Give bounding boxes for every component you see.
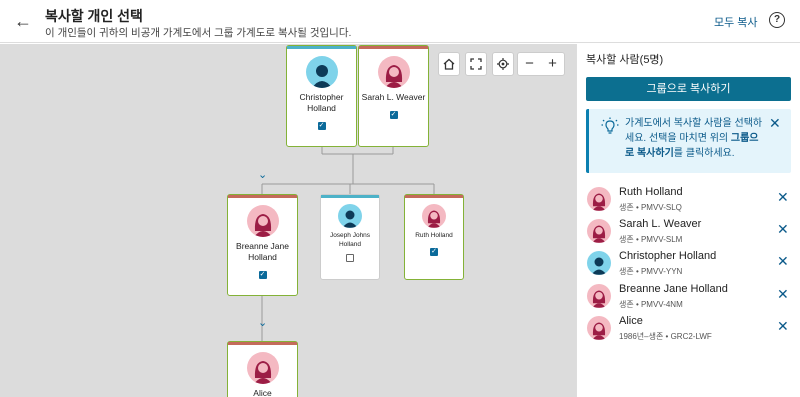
checkbox-icon[interactable]: ✓ bbox=[389, 111, 398, 119]
male-avatar-icon bbox=[587, 251, 611, 275]
list-item: Breanne Jane Holland 생존 • PMVV-4NM ✕ bbox=[585, 283, 795, 311]
copy-to-group-button[interactable]: 그룹으로 복사하기 bbox=[586, 77, 791, 101]
lightbulb-icon bbox=[601, 117, 619, 134]
person-card-breanne[interactable]: Breanne Jane Holland ✓ bbox=[227, 194, 298, 296]
chevron-down-icon[interactable]: ⌄ bbox=[258, 316, 267, 329]
checkbox-icon[interactable]: ✓ bbox=[317, 122, 326, 130]
page-subtitle: 이 개인들이 귀하의 비공개 가계도에서 그룹 가계도로 복사될 것입니다. bbox=[45, 27, 352, 39]
person-card-ruth[interactable]: Ruth Holland ✓ bbox=[404, 194, 464, 280]
home-icon[interactable] bbox=[438, 52, 460, 76]
female-avatar-icon bbox=[587, 187, 611, 211]
person-name: Christopher Holland bbox=[299, 92, 344, 113]
close-icon[interactable]: ✕ bbox=[777, 189, 789, 206]
person-name: Breanne Jane Holland bbox=[619, 283, 728, 295]
person-meta: 1986년–생존 • GRC2-LWF bbox=[619, 332, 712, 341]
fullscreen-icon[interactable] bbox=[465, 52, 487, 76]
tip-box: 가계도에서 복사할 사람을 선택하세요. 선택을 마치면 위의 그룹으로 복사하… bbox=[586, 109, 791, 173]
checkbox-icon[interactable] bbox=[346, 254, 354, 262]
zoom-in-icon[interactable]: + bbox=[541, 53, 564, 75]
male-avatar-icon bbox=[305, 56, 338, 88]
checkbox-icon[interactable]: ✓ bbox=[258, 271, 267, 279]
person-name: Ruth Holland bbox=[415, 232, 453, 239]
male-avatar-icon bbox=[338, 204, 362, 228]
copy-all-link[interactable]: 모두 복사 bbox=[714, 14, 758, 30]
close-icon[interactable]: ✕ bbox=[769, 115, 781, 132]
list-item: Ruth Holland 생존 • PMVV-SLQ ✕ bbox=[585, 186, 795, 214]
zoom-controls: − + bbox=[517, 52, 565, 76]
help-icon[interactable]: ? bbox=[769, 12, 785, 28]
person-card-alice[interactable]: Alice bbox=[227, 341, 298, 397]
checkbox-icon[interactable]: ✓ bbox=[430, 248, 438, 256]
close-icon[interactable]: ✕ bbox=[777, 253, 789, 270]
gender-strip bbox=[228, 342, 297, 345]
female-avatar-icon bbox=[422, 204, 446, 228]
gender-strip bbox=[321, 195, 379, 198]
female-avatar-icon bbox=[587, 219, 611, 243]
close-icon[interactable]: ✕ bbox=[777, 318, 789, 335]
person-meta: 생존 • PMVV-SLM bbox=[619, 235, 683, 244]
person-name: Christopher Holland bbox=[619, 250, 717, 262]
female-avatar-icon bbox=[246, 352, 279, 384]
locate-icon[interactable] bbox=[492, 52, 514, 76]
page-title: 복사할 개인 선택 bbox=[45, 8, 143, 24]
list-item: Christopher Holland 생존 • PMVV-YYN ✕ bbox=[585, 250, 795, 278]
person-name: Joseph Johns Holland bbox=[329, 232, 371, 248]
tree-canvas[interactable]: − + Christopher Holland ✓ Sarah L. Weave… bbox=[0, 44, 576, 397]
person-name: Alice bbox=[253, 388, 272, 397]
close-icon[interactable]: ✕ bbox=[777, 286, 789, 303]
list-item: Sarah L. Weaver 생존 • PMVV-SLM ✕ bbox=[585, 218, 795, 246]
person-meta: 생존 • PMVV-YYN bbox=[619, 267, 683, 276]
female-avatar-icon bbox=[587, 284, 611, 308]
gender-strip bbox=[287, 46, 356, 49]
person-meta: 생존 • PMVV-4NM bbox=[619, 300, 683, 309]
person-card-joseph[interactable]: Joseph Johns Holland bbox=[320, 194, 380, 280]
panel-title: 복사할 사람(5명) bbox=[586, 54, 664, 66]
person-name: Sarah L. Weaver bbox=[361, 92, 426, 102]
person-name: Sarah L. Weaver bbox=[619, 218, 702, 230]
page-header: ← 복사할 개인 선택 이 개인들이 귀하의 비공개 가계도에서 그룹 가계도로… bbox=[0, 0, 800, 43]
close-icon[interactable]: ✕ bbox=[777, 221, 789, 238]
gender-strip bbox=[359, 46, 428, 49]
person-card-christopher[interactable]: Christopher Holland ✓ bbox=[286, 45, 357, 147]
person-name: Breanne Jane Holland bbox=[236, 241, 289, 262]
chevron-down-icon[interactable]: ⌄ bbox=[258, 168, 267, 181]
back-arrow-icon[interactable]: ← bbox=[12, 10, 34, 32]
person-meta: 생존 • PMVV-SLQ bbox=[619, 203, 682, 212]
female-avatar-icon bbox=[377, 56, 410, 88]
person-name: Ruth Holland bbox=[619, 186, 683, 198]
copy-panel: 복사할 사람(5명) 그룹으로 복사하기 가계도에서 복사할 사람을 선택하세요… bbox=[576, 44, 800, 397]
tip-text: 가계도에서 복사할 사람을 선택하세요. 선택을 마치면 위의 그룹으로 복사하… bbox=[625, 116, 765, 161]
list-item: Alice 1986년–생존 • GRC2-LWF ✕ bbox=[585, 315, 795, 343]
female-avatar-icon bbox=[246, 205, 279, 237]
tip-text-part: 를 클릭하세요. bbox=[673, 148, 735, 159]
person-name: Alice bbox=[619, 315, 643, 327]
female-avatar-icon bbox=[587, 316, 611, 340]
zoom-out-icon[interactable]: − bbox=[518, 53, 541, 75]
person-card-sarah[interactable]: Sarah L. Weaver ✓ bbox=[358, 45, 429, 147]
gender-strip bbox=[228, 195, 297, 198]
gender-strip bbox=[405, 195, 463, 198]
